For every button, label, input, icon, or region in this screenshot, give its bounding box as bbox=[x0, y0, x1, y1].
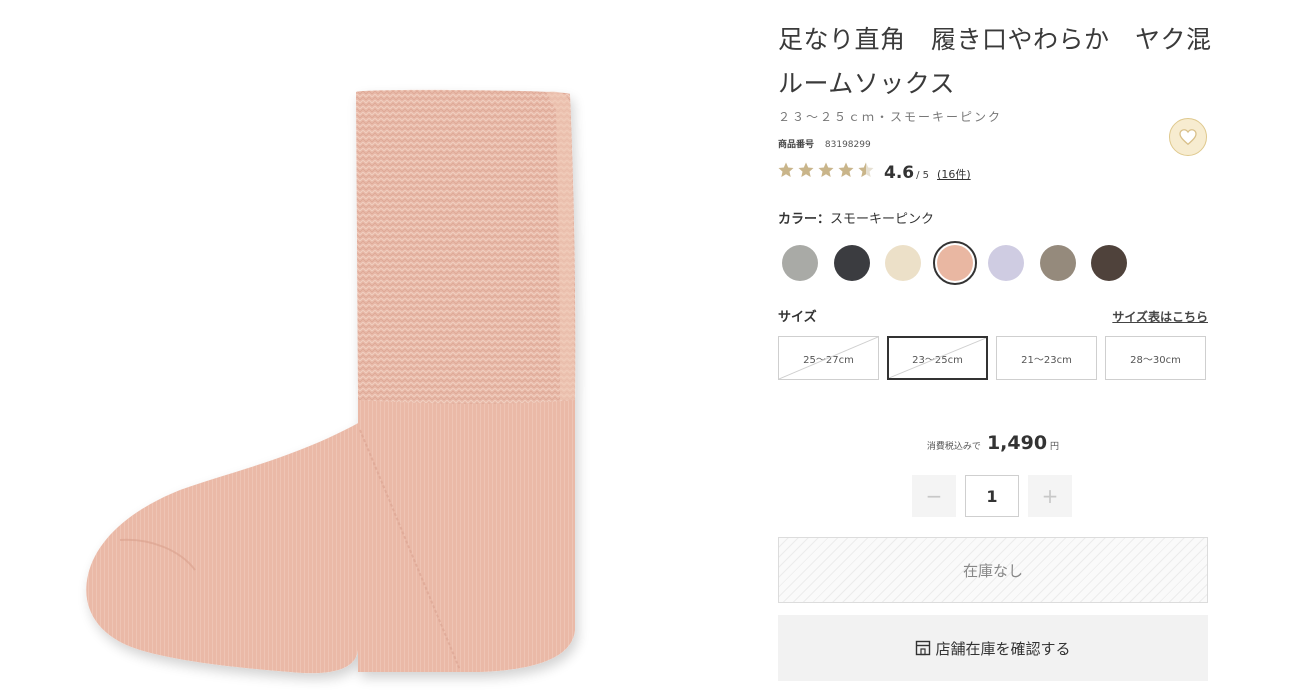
favorite-button[interactable] bbox=[1169, 118, 1207, 156]
sold-out-button: 在庫なし bbox=[778, 537, 1208, 603]
size-option[interactable]: 23～25cm bbox=[887, 336, 988, 380]
store-icon bbox=[915, 640, 931, 656]
tax-note: 消費税込みで bbox=[926, 442, 981, 452]
sku-value: 83198299 bbox=[824, 140, 871, 150]
size-option[interactable]: 25～27cm bbox=[778, 336, 879, 380]
review-count-link[interactable]: (16件) bbox=[937, 166, 971, 182]
color-label: カラー：スモーキーピンク bbox=[778, 208, 934, 227]
size-option[interactable]: 28～30cm bbox=[1105, 336, 1206, 380]
product-title-line2: ルームソックス bbox=[778, 69, 956, 98]
price: 消費税込みで 1,490 円 bbox=[778, 432, 1208, 454]
color-swatch-charcoal[interactable] bbox=[833, 245, 870, 281]
variant-text: ２３～２５ｃｍ・スモーキーピンク bbox=[778, 110, 1003, 124]
quantity-stepper: − 1 + bbox=[912, 475, 1072, 517]
size-option-label: 28～30cm bbox=[1130, 354, 1181, 366]
color-label-key: カラー： bbox=[778, 212, 831, 227]
sku-label: 商品番号 bbox=[778, 140, 815, 150]
size-options: 25～27cm 23～25cm 21～23cm 28～30cm bbox=[778, 336, 1206, 380]
color-swatch-ivory[interactable] bbox=[885, 245, 921, 281]
color-swatch-lavender[interactable] bbox=[988, 245, 1024, 281]
product-title: 足なり直角 履き口やわらか ヤク混 ルームソックス bbox=[778, 18, 1218, 106]
rating: 4.6 / 5 (16件) bbox=[778, 162, 971, 183]
currency-label: 円 bbox=[1050, 442, 1060, 452]
color-swatch-dark-brown[interactable] bbox=[1091, 245, 1127, 281]
size-label: サイズ bbox=[778, 310, 817, 325]
check-store-stock-button[interactable]: 店舗在庫を確認する bbox=[778, 615, 1208, 681]
product-number: 商品番号 83198299 bbox=[778, 137, 871, 150]
rating-score: 4.6 bbox=[884, 163, 915, 183]
rating-stars bbox=[778, 162, 878, 183]
check-store-stock-label: 店舗在庫を確認する bbox=[935, 639, 1071, 658]
price-amount: 1,490 bbox=[986, 432, 1048, 454]
quantity-input[interactable]: 1 bbox=[965, 475, 1019, 517]
color-swatch-smoky-pink[interactable] bbox=[932, 241, 977, 285]
color-swatches bbox=[782, 241, 1143, 285]
size-option[interactable]: 21～23cm bbox=[996, 336, 1097, 380]
unavailable-slash-icon bbox=[889, 338, 986, 378]
stars-icon bbox=[778, 162, 874, 177]
rating-max: / 5 bbox=[916, 170, 930, 181]
heart-icon bbox=[1179, 129, 1197, 145]
size-chart-link[interactable]: サイズ表はこちら bbox=[1112, 308, 1208, 325]
quantity-increase-button[interactable]: + bbox=[1028, 475, 1072, 517]
color-swatch-mocha[interactable] bbox=[1039, 245, 1076, 281]
product-image bbox=[60, 70, 620, 690]
product-title-line1: 足なり直角 履き口やわらか ヤク混 bbox=[778, 25, 1212, 54]
quantity-decrease-button[interactable]: − bbox=[912, 475, 956, 517]
unavailable-slash-icon bbox=[779, 337, 878, 379]
size-option-label: 21～23cm bbox=[1021, 354, 1072, 366]
color-swatch-gray[interactable] bbox=[782, 245, 818, 281]
color-label-value: スモーキーピンク bbox=[830, 212, 935, 227]
